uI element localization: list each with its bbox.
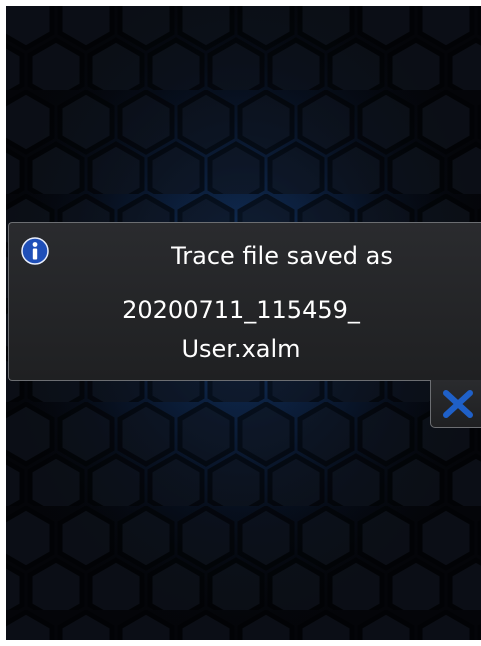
filename-line-2: User.xalm bbox=[181, 335, 301, 363]
filename-line-1: 20200711_115459_ bbox=[122, 296, 360, 324]
info-icon bbox=[21, 237, 49, 265]
close-icon bbox=[443, 390, 473, 418]
notification-dialog: Trace file saved as 20200711_115459_ Use… bbox=[8, 222, 481, 381]
notification-title: Trace file saved as bbox=[171, 242, 393, 270]
close-button[interactable] bbox=[430, 380, 481, 428]
